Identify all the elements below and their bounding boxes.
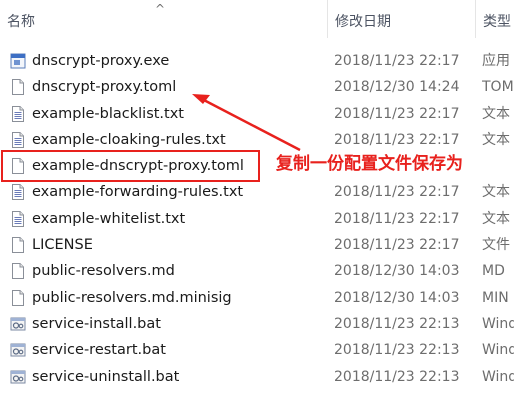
file-icon	[9, 78, 27, 96]
file-date-modified: 2018/12/30 14:03	[334, 289, 460, 306]
file-icon	[9, 289, 27, 307]
file-type: Wind	[482, 315, 514, 332]
file-row[interactable]: service-uninstall.bat 2018/11/23 22:13 Win…	[0, 364, 514, 390]
file-name: dnscrypt-proxy.toml	[32, 79, 177, 96]
file-name: LICENSE	[32, 237, 93, 254]
file-name: public-resolvers.md	[32, 263, 175, 280]
file-name: service-install.bat	[32, 315, 161, 332]
file-type: MD	[482, 263, 505, 280]
file-row[interactable]: example-blacklist.txt 2018/11/23 22:17 文本	[0, 101, 514, 127]
file-name: example-cloaking-rules.txt	[32, 131, 226, 148]
file-date-modified: 2018/11/23 22:13	[334, 368, 460, 385]
file-row[interactable]: service-install.bat 2018/11/23 22:13 Wind	[0, 311, 514, 337]
name-column-header[interactable]: 名称 ^	[0, 0, 327, 38]
file-type: Wind	[482, 342, 514, 359]
file-icon	[9, 236, 27, 254]
annotation-text: 复制一份配置文件保存为	[276, 154, 463, 174]
file-row[interactable]: service-restart.bat 2018/11/23 22:13 Wind	[0, 337, 514, 363]
file-row[interactable]: dnscrypt-proxy.toml 2018/12/30 14:24 TOM	[0, 74, 514, 100]
file-type: 文本	[482, 184, 510, 201]
file-name: service-uninstall.bat	[32, 368, 180, 385]
bat-icon	[9, 341, 27, 359]
file-type: 文本	[482, 210, 510, 227]
file-type: TOM	[482, 79, 514, 96]
file-row[interactable]: LICENSE 2018/11/23 22:17 文件	[0, 232, 514, 258]
bat-icon	[9, 368, 27, 386]
file-type: 应用	[482, 53, 510, 69]
file-type: MIN	[482, 289, 509, 306]
text-file-icon	[9, 131, 27, 149]
file-date-modified: 2018/11/23 22:17	[334, 210, 460, 227]
file-type: Wind	[482, 368, 514, 385]
date-modified-column-header[interactable]: 修改日期	[327, 0, 475, 38]
file-row[interactable]: dnscrypt-proxy.exe 2018/11/23 22:17 应用	[0, 48, 514, 74]
text-file-icon	[9, 105, 27, 123]
file-row[interactable]: example-whitelist.txt 2018/11/23 22:17 文本	[0, 206, 514, 232]
sort-ascending-icon: ^	[155, 2, 166, 16]
column-header-bar: 名称 ^ 修改日期 类型	[0, 0, 514, 38]
text-file-icon	[9, 183, 27, 201]
file-type: 文本	[482, 105, 510, 122]
file-explorer: 名称 ^ 修改日期 类型 dnscrypt-proxy.exe 2018/11/2…	[0, 0, 514, 399]
file-date-modified: 2018/12/30 14:24	[334, 79, 460, 96]
text-file-icon	[9, 210, 27, 228]
file-type: 文本	[482, 131, 510, 148]
highlight-box	[1, 150, 260, 182]
file-date-modified: 2018/11/23 22:13	[334, 315, 460, 332]
file-row[interactable]: public-resolvers.md 2018/12/30 14:03 MD	[0, 258, 514, 284]
file-date-modified: 2018/11/23 22:17	[334, 53, 460, 69]
file-name: dnscrypt-proxy.exe	[32, 53, 170, 69]
type-column-header[interactable]: 类型	[475, 0, 514, 38]
bat-icon	[9, 315, 27, 333]
file-date-modified: 2018/11/23 22:17	[334, 184, 460, 201]
file-row[interactable]: example-forwarding-rules.txt 2018/11/23 2…	[0, 179, 514, 205]
file-date-modified: 2018/12/30 14:03	[334, 263, 460, 280]
file-list: dnscrypt-proxy.exe 2018/11/23 22:17 应用 dnsc…	[0, 48, 514, 390]
file-date-modified: 2018/11/23 22:17	[334, 105, 460, 122]
file-row[interactable]: public-resolvers.md.minisig 2018/12/30 14…	[0, 285, 514, 311]
file-name: service-restart.bat	[32, 342, 166, 359]
date-column-label: 修改日期	[335, 14, 391, 30]
file-icon	[9, 262, 27, 280]
file-date-modified: 2018/11/23 22:17	[334, 237, 460, 254]
file-type: 文件	[482, 237, 510, 254]
type-column-label: 类型	[483, 14, 511, 30]
file-name: example-forwarding-rules.txt	[32, 184, 244, 201]
exe-icon	[9, 52, 27, 70]
name-column-label: 名称	[7, 14, 35, 30]
file-name: example-blacklist.txt	[32, 105, 184, 122]
file-name: public-resolvers.md.minisig	[32, 289, 232, 306]
file-date-modified: 2018/11/23 22:13	[334, 342, 460, 359]
file-name: example-whitelist.txt	[32, 210, 186, 227]
